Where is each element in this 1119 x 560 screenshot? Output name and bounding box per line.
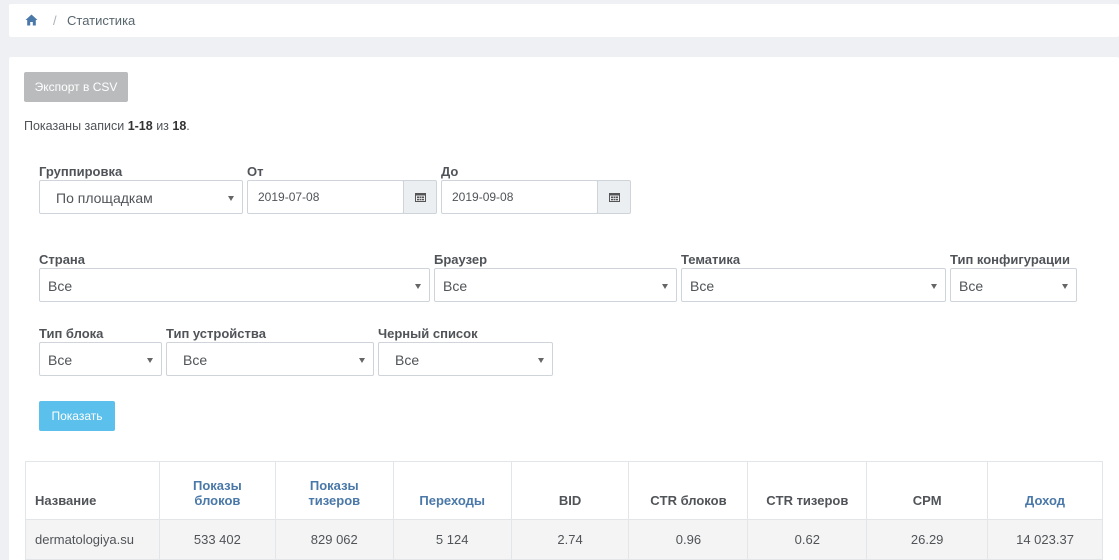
cell-teaser-views: 829 062 (274, 519, 394, 560)
cell-name: dermatologiya.su (25, 519, 160, 560)
country-label: Страна (39, 252, 86, 267)
date-from-label: От (247, 164, 264, 179)
records-total: 18 (172, 119, 187, 133)
column-header-name: Название (25, 461, 160, 520)
cell-clicks: 5 124 (392, 519, 512, 560)
column-header-teaser-views[interactable]: Показы тизеров (274, 461, 394, 520)
blacklist-label: Черный список (378, 326, 478, 341)
chevron-down-icon (1062, 284, 1068, 289)
calendar-icon (609, 193, 620, 202)
topic-select[interactable]: Все (681, 268, 946, 302)
cell-ctr-teasers: 0.62 (747, 519, 868, 560)
table-row: dermatologiya.su 533 402 829 062 5 124 2… (25, 519, 1103, 560)
config-type-select[interactable]: Все (950, 268, 1077, 302)
cell-ctr-blocks: 0.96 (628, 519, 749, 560)
grouping-label: Группировка (39, 164, 123, 179)
cell-bid: 2.74 (510, 519, 630, 560)
breadcrumb: / Статистика (9, 4, 1119, 37)
date-from-calendar-button[interactable] (403, 180, 437, 214)
chevron-down-icon (662, 284, 668, 289)
chevron-down-icon (147, 358, 153, 363)
calendar-icon (415, 193, 426, 202)
browser-select[interactable]: Все (434, 268, 677, 302)
cell-cpm: 26.29 (866, 519, 989, 560)
show-button[interactable]: Показать (39, 401, 115, 431)
chevron-down-icon (538, 358, 544, 363)
export-csv-button[interactable]: Экспорт в CSV (24, 72, 128, 102)
chevron-down-icon (931, 284, 937, 289)
column-header-clicks[interactable]: Переходы (392, 461, 512, 520)
topic-label: Тематика (681, 252, 741, 267)
block-type-label: Тип блока (39, 326, 104, 341)
chevron-down-icon (359, 358, 365, 363)
column-header-bid: BID (510, 461, 630, 520)
cell-block-views: 533 402 (158, 519, 276, 560)
block-type-select[interactable]: Все (39, 342, 162, 376)
column-header-income[interactable]: Доход (987, 461, 1103, 520)
column-header-ctr-teasers: CTR тизеров (747, 461, 868, 520)
date-from-input[interactable]: 2019-07-08 (247, 180, 404, 214)
column-header-block-views[interactable]: Показы блоков (158, 461, 276, 520)
cell-income: 14 023.37 (987, 519, 1103, 560)
table-header-row: Название Показы блоков Показы тизеров Пере… (25, 461, 1103, 520)
date-to-label: До (441, 164, 459, 179)
home-icon[interactable] (25, 14, 38, 26)
statistics-table: Название Показы блоков Показы тизеров Пере… (25, 461, 1103, 560)
device-type-select[interactable]: Все (166, 342, 374, 376)
device-type-label: Тип устройства (166, 326, 266, 341)
date-to-calendar-button[interactable] (597, 180, 631, 214)
grouping-select[interactable]: По площадкам (39, 180, 243, 214)
breadcrumb-separator: / (53, 13, 57, 28)
column-header-ctr-blocks: CTR блоков (628, 461, 749, 520)
browser-label: Браузер (434, 252, 488, 267)
records-summary: Показаны записи 1-18 из 18. (24, 119, 190, 133)
column-header-cpm: CPM (866, 461, 989, 520)
blacklist-select[interactable]: Все (378, 342, 553, 376)
chevron-down-icon (415, 284, 421, 289)
country-select[interactable]: Все (39, 268, 430, 302)
date-to-input[interactable]: 2019-09-08 (441, 180, 598, 214)
config-type-label: Тип конфигурации (950, 252, 1071, 267)
chevron-down-icon (228, 196, 234, 201)
breadcrumb-current: Статистика (67, 13, 136, 28)
records-range: 1-18 (127, 119, 153, 133)
